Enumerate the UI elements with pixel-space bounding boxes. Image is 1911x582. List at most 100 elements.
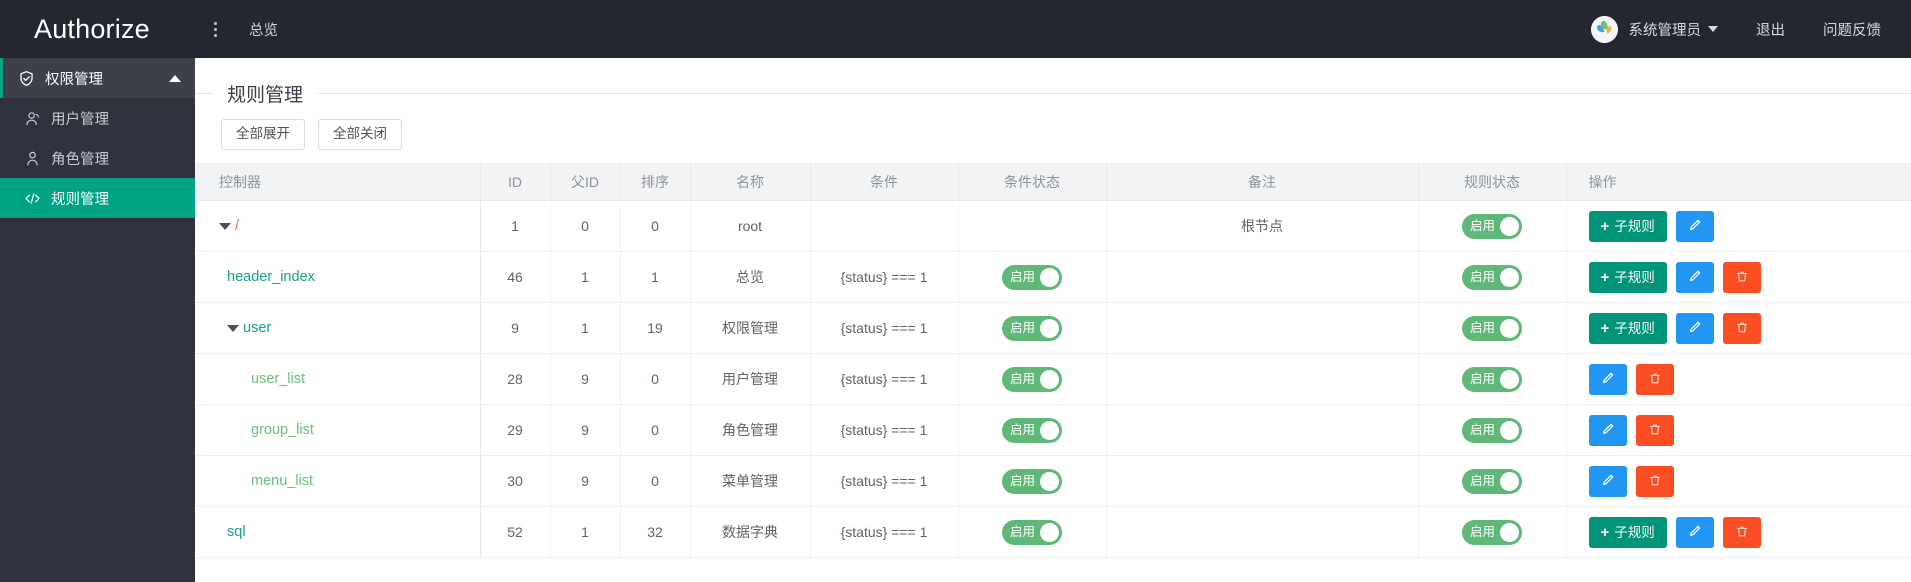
add-child-rule-button[interactable]: + 子规则: [1588, 210, 1667, 242]
sidebar-item-user-management[interactable]: 用户管理: [0, 98, 195, 138]
edit-rule-button[interactable]: [1675, 261, 1714, 293]
trash-icon: [1735, 524, 1749, 541]
condition-status-toggle[interactable]: 启用: [1002, 519, 1062, 545]
expand-toggle-icon[interactable]: [227, 324, 239, 332]
top-nav-tab-overview[interactable]: 总览: [235, 0, 292, 58]
rule-status-toggle[interactable]: 启用: [1462, 519, 1522, 545]
cell-condition: {status} === 1: [810, 404, 959, 457]
cell-remark: [1106, 506, 1419, 559]
rule-status-toggle[interactable]: 启用: [1462, 468, 1522, 494]
delete-rule-button[interactable]: [1635, 363, 1674, 395]
edit-rule-button[interactable]: [1675, 516, 1714, 548]
cell-id: 1: [480, 200, 551, 253]
rule-status-toggle[interactable]: 启用: [1462, 213, 1522, 239]
expand-toggle-icon[interactable]: [219, 222, 231, 230]
edit-rule-button[interactable]: [1588, 465, 1627, 497]
chevron-down-icon: [1708, 26, 1718, 32]
user-menu[interactable]: 系统管理员: [1629, 19, 1718, 40]
kebab-menu-icon[interactable]: [195, 0, 235, 58]
column-header-condition: 条件: [810, 162, 959, 202]
cell-sort: 19: [620, 302, 691, 355]
edit-rule-button[interactable]: [1675, 210, 1714, 242]
controller-link[interactable]: sql: [227, 524, 246, 540]
rule-management-panel: 规则管理 全部展开 全部关闭 控制器 ID 父ID 排序 名称 条件 条件状态 …: [195, 80, 1911, 559]
condition-status-toggle[interactable]: 启用: [1002, 366, 1062, 392]
column-header-sort: 排序: [620, 162, 691, 202]
delete-rule-button[interactable]: [1722, 516, 1761, 548]
add-child-rule-button[interactable]: + 子规则: [1588, 261, 1667, 293]
sidebar-item-label: 角色管理: [51, 151, 109, 168]
plus-icon: +: [1600, 523, 1610, 541]
controller-link[interactable]: user: [243, 320, 271, 336]
feedback-link[interactable]: 问题反馈: [1823, 19, 1881, 40]
page-title: 规则管理: [227, 85, 304, 106]
cell-rule-status: 启用: [1418, 404, 1567, 457]
logout-link[interactable]: 退出: [1756, 19, 1785, 40]
pencil-icon: [1688, 320, 1702, 336]
cell-parent-id: 1: [550, 506, 621, 559]
controller-link[interactable]: user_list: [251, 371, 305, 387]
trash-icon: [1648, 473, 1662, 490]
table-row: user_list 28 9 0 用户管理 {status} === 1 启用 启用: [195, 353, 1911, 406]
column-header-controller: 控制器: [195, 162, 481, 202]
delete-rule-button[interactable]: [1722, 261, 1761, 293]
cell-actions: [1566, 353, 1911, 406]
cell-parent-id: 1: [550, 251, 621, 304]
pencil-icon: [1601, 371, 1615, 387]
condition-status-toggle[interactable]: 启用: [1002, 264, 1062, 290]
cell-id: 9: [480, 302, 551, 355]
controller-link[interactable]: group_list: [251, 422, 314, 438]
app-brand: Authorize: [34, 13, 150, 44]
controller-link[interactable]: header_index: [227, 269, 315, 285]
cell-sort: 1: [620, 251, 691, 304]
cell-controller: user_list: [195, 353, 481, 406]
plus-icon: +: [1600, 319, 1610, 337]
rule-status-toggle[interactable]: 启用: [1462, 366, 1522, 392]
column-header-parent-id: 父ID: [550, 162, 621, 202]
sidebar-item-rule-management[interactable]: 规则管理: [0, 178, 195, 218]
cell-parent-id: 9: [550, 455, 621, 508]
edit-rule-button[interactable]: [1588, 363, 1627, 395]
avatar[interactable]: [1590, 15, 1618, 43]
edit-rule-button[interactable]: [1675, 312, 1714, 344]
users-icon: [24, 110, 41, 127]
toggle-knob: [1500, 318, 1519, 338]
cell-remark: [1106, 251, 1419, 304]
column-header-actions: 操作: [1566, 162, 1911, 202]
cell-condition: {status} === 1: [810, 353, 959, 406]
shield-check-icon: [18, 70, 35, 87]
delete-rule-button[interactable]: [1635, 465, 1674, 497]
rule-status-toggle[interactable]: 启用: [1462, 264, 1522, 290]
sidebar-item-role-management[interactable]: 角色管理: [0, 138, 195, 178]
rule-status-toggle[interactable]: 启用: [1462, 417, 1522, 443]
cell-remark: 根节点: [1106, 200, 1419, 253]
collapse-all-button[interactable]: 全部关闭: [318, 119, 402, 150]
trash-icon: [1648, 371, 1662, 388]
top-navigation: 总览: [195, 0, 292, 58]
delete-rule-button[interactable]: [1635, 414, 1674, 446]
rule-status-toggle[interactable]: 启用: [1462, 315, 1522, 341]
cell-condition-status: 启用: [958, 506, 1107, 559]
controller-link[interactable]: menu_list: [251, 473, 313, 489]
cell-condition: {status} === 1: [810, 302, 959, 355]
condition-status-toggle[interactable]: 启用: [1002, 315, 1062, 341]
chevron-up-icon: [169, 74, 181, 82]
condition-status-toggle[interactable]: 启用: [1002, 417, 1062, 443]
toggle-knob: [1500, 471, 1519, 491]
column-header-remark: 备注: [1106, 162, 1419, 202]
delete-rule-button[interactable]: [1722, 312, 1761, 344]
condition-status-toggle[interactable]: 启用: [1002, 468, 1062, 494]
sidebar-group-permissions[interactable]: 权限管理: [0, 58, 195, 98]
cell-controller: /: [195, 200, 481, 253]
cell-id: 29: [480, 404, 551, 457]
controller-link[interactable]: /: [235, 218, 239, 234]
column-header-rule-status: 规则状态: [1418, 162, 1567, 202]
trash-icon: [1735, 320, 1749, 337]
toggle-knob: [1040, 267, 1059, 287]
pencil-icon: [1688, 524, 1702, 540]
edit-rule-button[interactable]: [1588, 414, 1627, 446]
add-child-rule-button[interactable]: + 子规则: [1588, 516, 1667, 548]
expand-all-button[interactable]: 全部展开: [221, 119, 305, 150]
pencil-icon: [1688, 269, 1702, 285]
add-child-rule-button[interactable]: + 子规则: [1588, 312, 1667, 344]
